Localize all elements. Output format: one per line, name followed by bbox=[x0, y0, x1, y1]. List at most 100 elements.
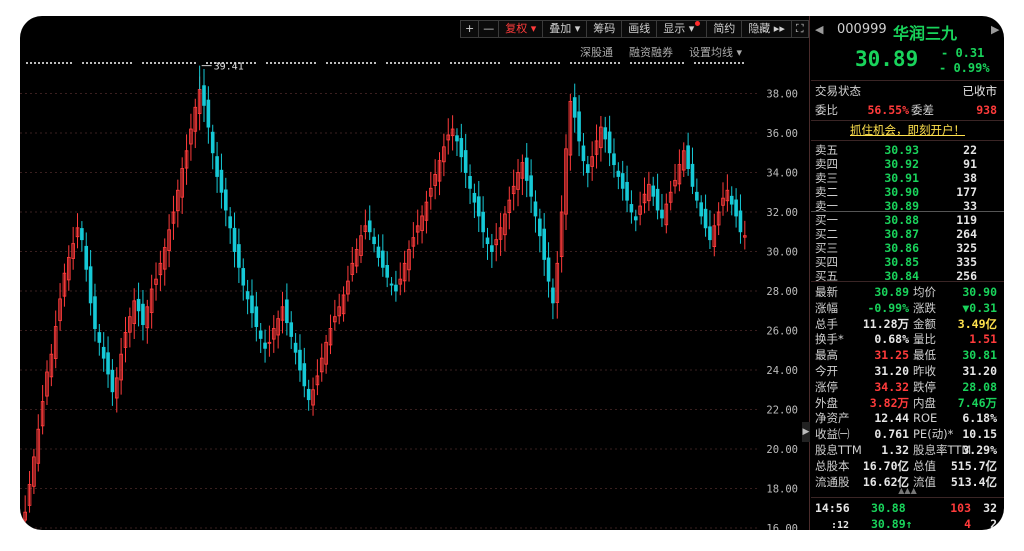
candle-body bbox=[729, 195, 734, 205]
candle-body bbox=[245, 291, 250, 300]
event-marker bbox=[542, 62, 544, 64]
bid-label: 买一 bbox=[815, 213, 838, 227]
ask-price[interactable]: 30.91 bbox=[871, 171, 919, 185]
event-marker bbox=[42, 62, 44, 64]
stat-value: 11.28万 bbox=[862, 316, 909, 331]
promo-link[interactable]: 抓住机会，即刻开户！ bbox=[811, 122, 1004, 138]
stat-value: 30.90 bbox=[962, 285, 997, 299]
ask-volume: 38 bbox=[963, 171, 977, 185]
candle-body bbox=[381, 250, 385, 268]
stat-value: 31.20 bbox=[962, 364, 997, 378]
ask-price[interactable]: 30.92 bbox=[871, 157, 919, 171]
draw-line-button[interactable]: 画线 bbox=[621, 20, 658, 38]
hide-panel-button[interactable]: 隐藏 ▸▸ bbox=[741, 20, 792, 38]
event-marker bbox=[650, 62, 652, 64]
candle-body bbox=[738, 210, 743, 233]
event-marker bbox=[546, 62, 548, 64]
event-marker bbox=[38, 62, 40, 64]
event-marker bbox=[362, 62, 364, 64]
separator bbox=[811, 140, 1004, 141]
zoom-in-button[interactable]: + bbox=[460, 20, 480, 38]
collapse-handle[interactable]: ▶ bbox=[802, 422, 810, 442]
stat-label: 涨停 bbox=[815, 379, 838, 394]
kline-chart[interactable]: 38.00 36.00 34.00 32.00 30.00 28.00 26.00 24.00… bbox=[20, 56, 805, 530]
event-marker bbox=[526, 62, 528, 64]
event-marker bbox=[606, 62, 608, 64]
event-marker bbox=[170, 62, 172, 64]
quote-panel: ◀ 000999 华润三九 ▶ 30.89 - 0.31 - 0.99% 交易状… bbox=[811, 16, 1004, 530]
candle-body bbox=[219, 169, 224, 193]
app-window: + — 复权 ▾ 叠加 ▾ 筹码 画线 显示 ▾ 简约 隐藏 ▸▸ ⛶ 深股通 … bbox=[20, 16, 1004, 530]
bid-price[interactable]: 30.85 bbox=[871, 255, 919, 269]
stat-value: 31.20 bbox=[874, 364, 909, 378]
fuquan-dropdown[interactable]: 复权 ▾ bbox=[498, 20, 544, 38]
event-marker bbox=[638, 62, 640, 64]
ask-label: 卖三 bbox=[815, 171, 838, 185]
fuquan-label: 复权 bbox=[505, 22, 528, 35]
tick-price: 30.88 bbox=[871, 501, 906, 515]
event-marker bbox=[602, 62, 604, 64]
prev-stock-icon[interactable]: ◀ bbox=[815, 23, 823, 36]
event-marker bbox=[82, 62, 84, 64]
more-stats-handle[interactable]: ▲▲▲ bbox=[811, 487, 1004, 495]
event-marker bbox=[290, 62, 292, 64]
candle-body bbox=[459, 138, 464, 158]
event-marker bbox=[662, 62, 664, 64]
candle-body bbox=[293, 342, 298, 353]
stat-value: 31.25 bbox=[874, 348, 909, 363]
event-marker bbox=[706, 62, 708, 64]
tick-time: 14:56 bbox=[815, 501, 850, 515]
candle-body bbox=[577, 111, 581, 142]
next-stock-icon[interactable]: ▶ bbox=[991, 23, 999, 36]
zoom-out-button[interactable]: — bbox=[478, 20, 500, 38]
candle-body bbox=[394, 284, 398, 292]
ask-price[interactable]: 30.90 bbox=[871, 185, 919, 199]
stat-label: 量比 bbox=[913, 332, 936, 347]
tick-price: 30.89↑ bbox=[871, 517, 913, 530]
display-dropdown[interactable]: 显示 ▾ bbox=[656, 20, 708, 38]
stat-label: 总股本 bbox=[815, 458, 850, 473]
candle-body bbox=[572, 97, 577, 118]
status-row: 交易状态 已收市 bbox=[815, 83, 997, 99]
stat-row: 股息TTM 1.32 股息率TTM 3.29% bbox=[815, 442, 997, 458]
bid-label: 买四 bbox=[815, 255, 838, 269]
candle-body bbox=[612, 153, 616, 166]
ask-label: 卖五 bbox=[815, 143, 838, 157]
event-marker bbox=[354, 62, 356, 64]
last-price: 30.89 bbox=[855, 47, 919, 71]
simple-mode-button[interactable]: 简约 bbox=[706, 20, 743, 38]
stat-label: 总值 bbox=[913, 458, 936, 473]
chips-button[interactable]: 筹码 bbox=[586, 20, 623, 38]
candle-body bbox=[660, 209, 664, 219]
stat-row: 总手 11.28万 金额 3.49亿 bbox=[815, 316, 997, 332]
price-tick-label: 16.00 bbox=[766, 523, 798, 530]
bid-price[interactable]: 30.87 bbox=[871, 227, 919, 241]
stat-row: 收益㈠ 0.761 PE(动)* 10.15 bbox=[815, 426, 997, 442]
event-marker bbox=[62, 62, 64, 64]
candle-body bbox=[298, 349, 302, 371]
bid-row: 买三 30.86 325 bbox=[815, 241, 997, 255]
event-marker bbox=[70, 62, 72, 64]
event-marker bbox=[314, 62, 316, 64]
candle-body bbox=[88, 266, 93, 304]
bid-price[interactable]: 30.88 bbox=[871, 213, 919, 227]
separator bbox=[811, 211, 1004, 212]
candle-body bbox=[695, 191, 699, 201]
event-marker bbox=[350, 62, 352, 64]
event-marker bbox=[558, 62, 560, 64]
event-marker bbox=[738, 62, 740, 64]
stat-label: 金额 bbox=[913, 316, 936, 331]
bid-price[interactable]: 30.86 bbox=[871, 241, 919, 255]
candle-body bbox=[533, 201, 538, 217]
candle-body bbox=[485, 237, 490, 245]
event-marker bbox=[570, 62, 572, 64]
overlay-dropdown[interactable]: 叠加 ▾ bbox=[542, 20, 588, 38]
event-marker bbox=[370, 62, 372, 64]
event-marker bbox=[598, 62, 600, 64]
ask-price[interactable]: 30.93 bbox=[871, 143, 919, 157]
price-tick-label: 36.00 bbox=[766, 128, 798, 140]
event-marker bbox=[538, 62, 540, 64]
expand-icon[interactable]: ⛶ bbox=[790, 20, 809, 38]
event-marker bbox=[250, 62, 252, 64]
candle-body bbox=[529, 175, 533, 197]
